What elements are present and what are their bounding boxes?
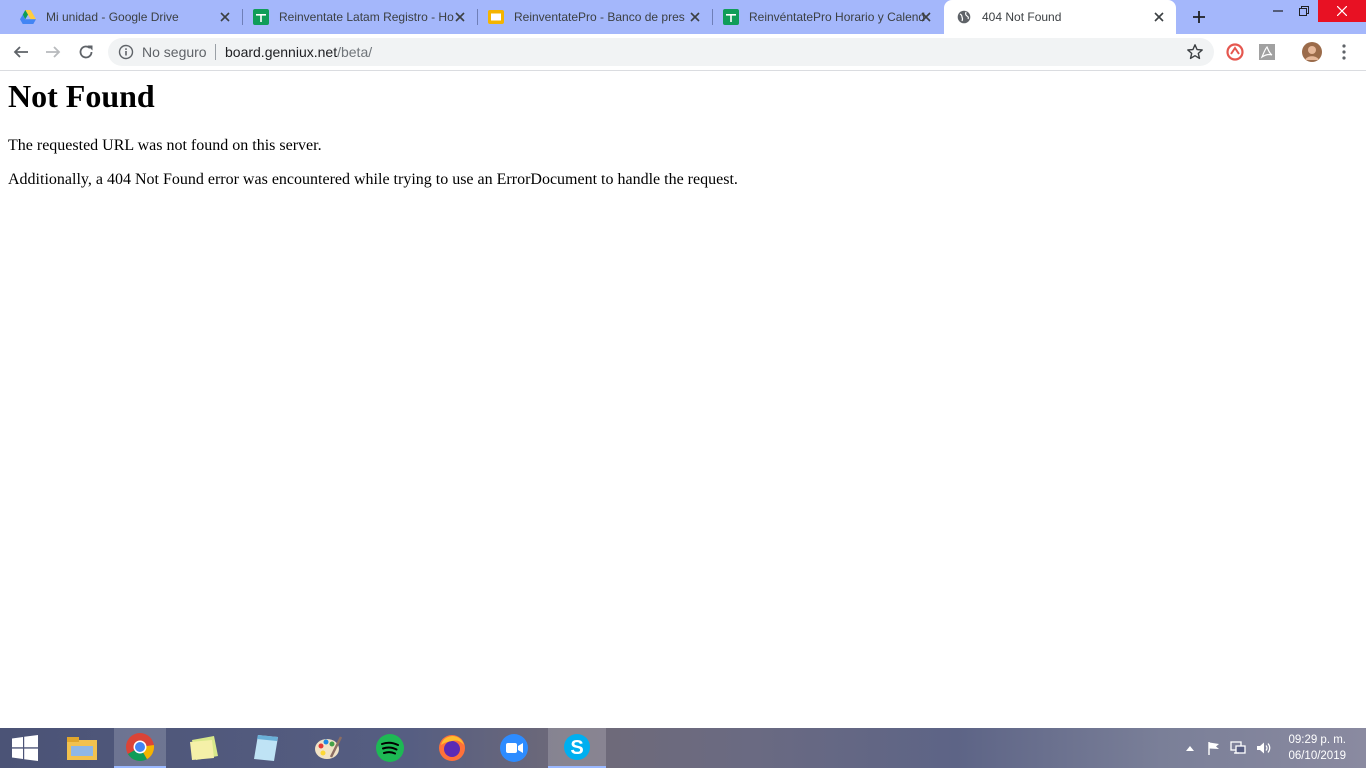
more-vert-icon [1342,44,1346,60]
security-label[interactable]: No seguro [142,44,207,60]
google-slides-icon [488,9,504,25]
tab-google-drive[interactable]: Mi unidad - Google Drive [0,0,242,34]
forward-button[interactable] [41,40,65,64]
divider [215,44,216,60]
chrome-taskbar-icon[interactable] [114,728,166,768]
extension-pdf-icon[interactable] [1257,42,1277,62]
address-bar[interactable]: No seguro board.genniux.net/beta/ [108,38,1214,66]
arrow-left-icon [13,46,28,58]
windows-start-button[interactable] [0,728,50,768]
volume-icon[interactable] [1256,740,1272,756]
show-hidden-icons-chevron-up-icon[interactable] [1182,740,1198,756]
plus-icon [1193,11,1205,23]
close-icon [1337,6,1347,16]
profile-avatar[interactable] [1302,42,1322,62]
globe-icon [956,9,972,25]
close-icon[interactable] [688,10,702,24]
tab-strip: Mi unidad - Google Drive Reinventate Lat… [0,0,1366,34]
spotify-taskbar-icon[interactable] [364,728,416,768]
tab-registro[interactable]: Reinventate Latam Registro - Ho [243,0,477,34]
windows-icon [12,735,38,761]
close-icon[interactable] [453,10,467,24]
tab-title: ReinvéntatePro Horario y Calend [749,10,925,24]
restore-icon [1299,6,1309,16]
reload-button[interactable] [74,40,98,64]
google-sheets-icon [723,9,739,25]
clock-date: 06/10/2019 [1288,750,1346,762]
reload-icon [79,45,93,59]
restore-button[interactable] [1292,0,1316,22]
network-icon[interactable] [1230,740,1246,756]
close-icon[interactable] [919,10,933,24]
google-sheets-icon [253,9,269,25]
taskbar-clock[interactable]: 09:29 p. m. 06/10/2019 [1288,732,1346,764]
windows-taskbar: S 09:29 p. m. 06/10/2019 [0,728,1366,768]
notepad-taskbar-icon[interactable] [240,728,292,768]
google-drive-icon [20,9,36,25]
info-icon[interactable] [118,44,134,60]
close-window-button[interactable] [1318,0,1366,22]
new-tab-button[interactable] [1188,7,1210,27]
firefox-taskbar-icon[interactable] [426,728,478,768]
page-heading: Not Found [8,78,155,114]
arrow-right-icon [46,46,61,58]
tab-title: 404 Not Found [982,10,1062,24]
bookmark-star-icon[interactable] [1186,43,1204,61]
skype-taskbar-icon[interactable]: S [548,728,606,768]
tab-title: Mi unidad - Google Drive [46,10,179,24]
tab-banco[interactable]: ReinventatePro - Banco de pres [478,0,712,34]
url-host: board.genniux.net [225,44,338,60]
tab-title: Reinventate Latam Registro - Ho [279,10,454,24]
file-explorer-taskbar-icon[interactable] [56,728,108,768]
paint-taskbar-icon[interactable] [302,728,354,768]
action-center-flag-icon[interactable] [1206,740,1222,756]
error-message: The requested URL was not found on this … [8,137,322,154]
page-content: Not Found The requested URL was not foun… [0,71,1366,727]
zoom-taskbar-icon[interactable] [488,728,540,768]
close-icon[interactable] [1152,10,1166,24]
minimize-icon [1273,10,1283,12]
close-icon[interactable] [218,10,232,24]
tab-horario[interactable]: ReinvéntatePro Horario y Calend [713,0,943,34]
url-text[interactable]: board.genniux.net/beta/ [225,44,372,60]
browser-toolbar: No seguro board.genniux.net/beta/ [0,34,1366,71]
url-path: /beta/ [337,44,373,60]
sticky-notes-taskbar-icon[interactable] [178,728,230,768]
tab-title: ReinventatePro - Banco de pres [514,10,685,24]
tab-404-not-found[interactable]: 404 Not Found [944,0,1176,34]
extension-lastpass-icon[interactable] [1225,42,1245,62]
clock-time: 09:29 p. m. [1288,734,1346,746]
svg-text:S: S [570,737,583,759]
error-detail: Additionally, a 404 Not Found error was … [8,171,738,188]
back-button[interactable] [9,40,33,64]
minimize-button[interactable] [1264,0,1292,22]
menu-button[interactable] [1334,42,1354,62]
